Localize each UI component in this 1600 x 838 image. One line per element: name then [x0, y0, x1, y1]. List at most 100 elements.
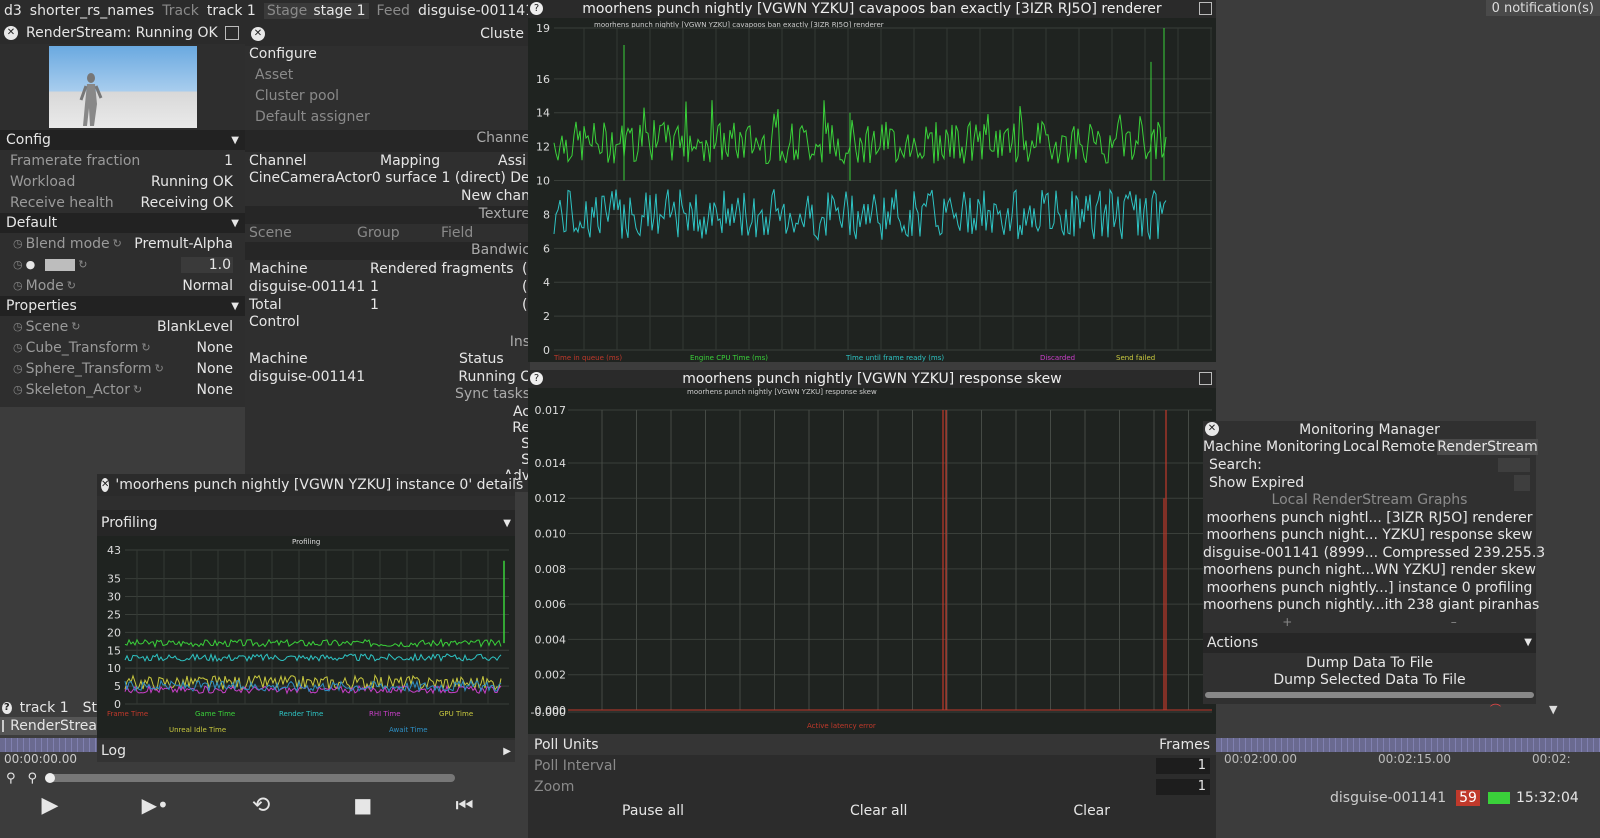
machine-row[interactable]: disguise-001141 1 (	[245, 278, 530, 296]
close-icon[interactable]: ✕	[251, 27, 265, 41]
graph-list-item[interactable]: moorhens punch nightly...] instance 0 pr…	[1203, 580, 1536, 598]
scrollbar[interactable]	[1205, 691, 1534, 698]
frag: S	[521, 436, 530, 452]
close-icon[interactable]: ✕	[1205, 422, 1219, 436]
graph-list-item[interactable]: moorhens punch nightly...ith 238 giant p…	[1203, 597, 1539, 615]
property-value[interactable]: None	[196, 361, 233, 377]
loop-icon[interactable]: ⟲	[252, 793, 270, 818]
reset-icon[interactable]: ↻	[113, 237, 122, 250]
graph-list-item[interactable]: moorhens punch nightl... [3IZR RJ5O] ren…	[1203, 510, 1536, 528]
stop-icon[interactable]: ■	[353, 793, 372, 817]
cluster-pool-item[interactable]: Cluster pool	[245, 88, 530, 109]
y-tick-label: 0.014	[535, 457, 567, 470]
config-section-header[interactable]: Config ▼	[0, 130, 245, 150]
zoom-field[interactable]: 1	[1156, 778, 1210, 795]
close-icon[interactable]: ✕	[4, 26, 18, 40]
graph-list-item[interactable]: moorhens punch night... YZKU] response s…	[1203, 527, 1536, 545]
blend-mode-row[interactable]: ◷ Blend mode ↻ Premult-Alpha	[0, 233, 245, 254]
feed-value[interactable]: disguise-001141	[418, 3, 534, 19]
track-name[interactable]: track 1	[20, 700, 69, 716]
reset-icon[interactable]: ↻	[141, 341, 150, 354]
track-value[interactable]: track 1	[207, 3, 256, 19]
timeline-strip-left[interactable]	[0, 738, 97, 752]
zoom-slider[interactable]	[45, 773, 456, 783]
pause-all-button[interactable]: Pause all	[622, 803, 684, 819]
channel-row[interactable]: CineCameraActor0 surface 1 (direct) Defa	[245, 170, 530, 188]
sync-tasks[interactable]: Sync tasks	[245, 386, 530, 404]
property-row[interactable]: ◷ Scene ↻ BlankLevel	[0, 316, 245, 337]
tab-remote[interactable]: Remote	[1381, 439, 1435, 455]
notes-icon[interactable]	[1199, 2, 1212, 15]
dump-selected-button[interactable]: Dump Selected Data To File	[1203, 672, 1536, 690]
chevron-down-icon[interactable]: ▼	[1549, 703, 1557, 716]
property-row[interactable]: ◷ Sphere_Transform ↻ None	[0, 358, 245, 379]
stage-value[interactable]: stage 1	[310, 3, 369, 19]
property-row[interactable]: ◷ Cube_Transform ↻ None	[0, 337, 245, 358]
new-channel-button[interactable]: New chan	[245, 188, 530, 206]
property-value[interactable]: None	[196, 340, 233, 356]
notes-icon[interactable]	[225, 26, 239, 40]
add-button[interactable]: +	[1282, 615, 1292, 629]
mode-row[interactable]: ◷ Mode ↻ Normal	[0, 275, 245, 296]
reset-icon[interactable]: ↻	[155, 362, 164, 375]
reset-icon[interactable]: ↻	[133, 383, 142, 396]
col-header: Machine	[249, 261, 308, 277]
project-name[interactable]: shorter_rs_names	[30, 3, 154, 19]
reset-icon[interactable]: ↻	[78, 258, 87, 271]
info-icon[interactable]: ?	[2, 702, 12, 714]
configure-header[interactable]: Configure	[245, 46, 530, 67]
notifications-button[interactable]: 0 notification(s)	[1485, 0, 1600, 16]
track-row: ? track 1 St	[0, 700, 97, 716]
app-name: d3	[4, 3, 22, 19]
poll-interval-field[interactable]: 1	[1156, 757, 1210, 774]
actions-section-header[interactable]: Actions ▼	[1203, 632, 1536, 653]
poll-units-value[interactable]: Frames	[1159, 737, 1210, 753]
color-swatch[interactable]	[45, 258, 76, 271]
reset-icon[interactable]: ↻	[71, 320, 80, 333]
clear-button[interactable]: Clear	[1073, 803, 1110, 819]
default-section-header[interactable]: Default ▼	[0, 213, 245, 233]
zoom-in-icon[interactable]: ⚲	[28, 771, 38, 786]
opacity-field[interactable]: 1.0	[181, 256, 233, 273]
play-icon[interactable]: ▶	[42, 793, 59, 818]
profiling-section-header[interactable]: Profiling ▼	[97, 510, 515, 536]
curve-icon[interactable]: ⌒	[1490, 701, 1501, 717]
property-value[interactable]: BlankLevel	[157, 319, 233, 335]
info-icon[interactable]: ?	[530, 372, 543, 385]
close-icon[interactable]: ✕	[101, 478, 110, 492]
layer-row[interactable]: RenderStrea	[0, 717, 97, 735]
y-tick-label: 15	[107, 644, 121, 657]
clock-icon: ◷	[13, 320, 23, 333]
col-header: Rendered fragments	[370, 261, 514, 277]
control-header[interactable]: Control	[245, 314, 530, 334]
dump-data-button[interactable]: Dump Data To File	[1203, 655, 1536, 673]
config-value[interactable]: 1	[224, 153, 233, 169]
graph-list-item[interactable]: disguise-001141 (8999... Compressed 239.…	[1203, 545, 1545, 563]
properties-section-header[interactable]: Properties ▼	[0, 296, 245, 316]
asset-item[interactable]: Asset	[245, 67, 530, 88]
show-expired-checkbox[interactable]	[1514, 475, 1530, 491]
info-icon[interactable]: ?	[530, 2, 543, 15]
zoom-out-icon[interactable]: ⚲	[6, 771, 16, 786]
mode-value[interactable]: Normal	[182, 278, 233, 294]
col-header: Channel	[249, 153, 307, 169]
tab-renderstream[interactable]: RenderStream	[1437, 439, 1538, 455]
return-to-start-icon[interactable]: ⏮	[455, 793, 473, 817]
clear-all-button[interactable]: Clear all	[850, 803, 907, 819]
property-row[interactable]: ◷ Skeleton_Actor ↻ None	[0, 379, 245, 400]
tab-local[interactable]: Local	[1343, 439, 1379, 455]
default-assigner-item[interactable]: Default assigner	[245, 109, 530, 130]
remove-button[interactable]: –	[1451, 615, 1457, 629]
log-row[interactable]: Log ▶	[97, 740, 515, 762]
play-to-end-icon[interactable]: ▶•	[142, 793, 169, 817]
status-row[interactable]: disguise-001141 Running C	[245, 368, 530, 386]
reset-icon[interactable]: ↻	[67, 279, 76, 292]
search-input[interactable]	[1498, 458, 1530, 472]
property-value[interactable]: None	[196, 382, 233, 398]
notes-icon[interactable]	[1199, 372, 1212, 385]
graph-list-item[interactable]: moorhens punch night...WN YZKU] render s…	[1203, 562, 1536, 580]
timeline-strip-right[interactable]	[1216, 738, 1600, 752]
tab-machine-monitoring[interactable]: Machine Monitoring	[1203, 439, 1341, 455]
config-key: Workload	[10, 173, 76, 190]
blend-mode-value[interactable]: Premult-Alpha	[134, 236, 233, 252]
